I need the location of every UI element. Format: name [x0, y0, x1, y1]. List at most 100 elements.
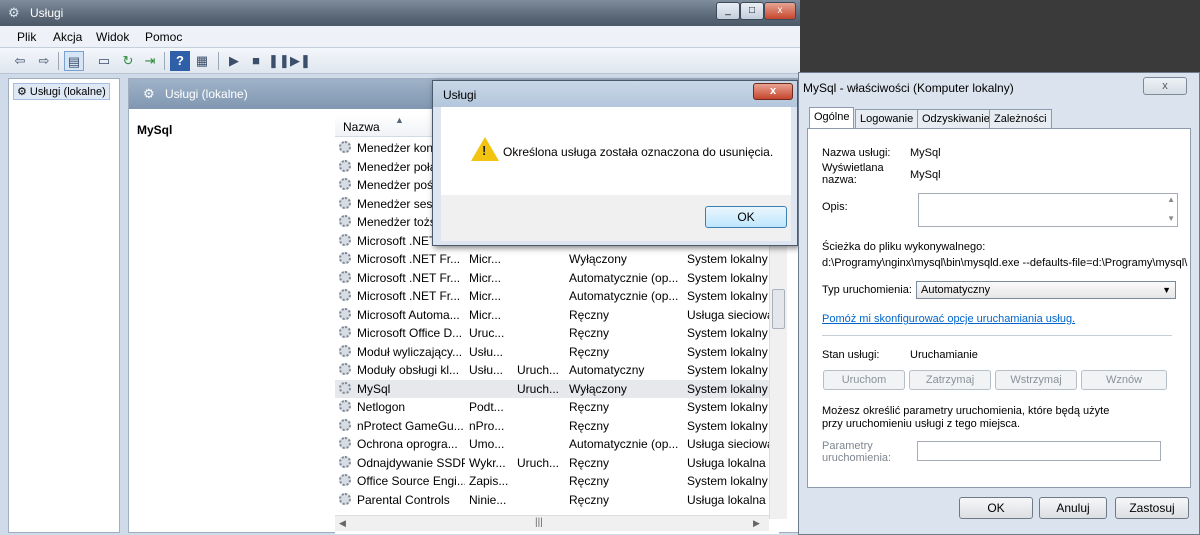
view-icon[interactable]: ▦: [192, 51, 212, 71]
tree-node-local-services[interactable]: ⚙ Usługi (lokalne): [13, 83, 110, 100]
cell-logon: System lokalny: [687, 400, 768, 414]
properties-close-button[interactable]: x: [1143, 77, 1187, 95]
description-box[interactable]: ▲ ▼: [918, 193, 1178, 227]
cell-logon: System lokalny: [687, 270, 768, 285]
minimize-button[interactable]: _: [716, 2, 740, 20]
pause-service-button[interactable]: Wstrzymaj: [995, 370, 1077, 390]
table-row[interactable]: Odnajdywanie SSDP Wykr... Uruch... Ręczny Us…: [335, 454, 775, 473]
cell-startup: Ręczny: [569, 307, 610, 322]
tab-recovery[interactable]: Odzyskiwanie: [917, 109, 995, 129]
close-button[interactable]: x: [764, 2, 796, 20]
scroll-left-icon[interactable]: ◀: [339, 518, 346, 529]
help-icon[interactable]: ?: [170, 51, 190, 71]
tab-dependencies[interactable]: Zależności: [989, 109, 1052, 129]
table-row[interactable]: Ochrona oprogra... Umo... Automatycznie (o…: [335, 435, 775, 454]
table-row[interactable]: MySql Uruch... Wyłączony System lokalny: [335, 379, 775, 398]
table-row[interactable]: Microsoft .NET Fr... Micr... Automatycznie…: [335, 287, 775, 306]
cell-desc: nPro...: [469, 418, 505, 433]
cell-desc: Usłu...: [469, 344, 504, 359]
table-row[interactable]: Microsoft .NET Fr... Micr... Automatycznie…: [335, 269, 775, 288]
warning-mark: !: [482, 143, 487, 158]
menu-plik[interactable]: Plik: [17, 30, 36, 44]
horizontal-scrollbar[interactable]: ◀ ||| ▶: [335, 515, 769, 531]
cell-name: MySql: [357, 381, 391, 396]
back-icon[interactable]: ⇦: [10, 51, 30, 71]
cell-startup: Automatyczny: [569, 363, 645, 377]
column-header-name[interactable]: Nazwa: [343, 120, 380, 134]
cancel-button[interactable]: Anuluj: [1039, 497, 1107, 519]
alert-close-button[interactable]: x: [753, 83, 793, 100]
service-gear-icon: [339, 159, 351, 172]
general-panel: Nazwa usługi: MySql Wyświetlana nazwa: M…: [807, 128, 1191, 488]
start-icon[interactable]: ▶: [224, 51, 244, 71]
tab-general[interactable]: Ogólne: [809, 107, 855, 129]
table-row[interactable]: Microsoft Office D... Uruc... Ręczny System…: [335, 324, 775, 343]
service-gear-icon: [339, 400, 351, 412]
alert-message: Określona usługa została oznaczona do us…: [503, 145, 774, 159]
service-gear-icon: [339, 289, 351, 301]
alert-title-bar: Usługi x: [433, 81, 797, 107]
export-icon[interactable]: ⇥: [140, 51, 160, 71]
service-name-label: Nazwa usługi:: [822, 147, 891, 159]
alert-ok-button[interactable]: OK: [705, 206, 787, 228]
description-label: Opis:: [822, 201, 848, 213]
show-tree-icon[interactable]: ▤: [64, 51, 84, 71]
service-gear-icon: [339, 455, 351, 468]
refresh-icon[interactable]: ↻: [118, 51, 138, 71]
params-label: Parametry uruchomienia:: [822, 440, 892, 464]
cell-desc: Usłu...: [469, 363, 504, 377]
cell-desc: Micr...: [469, 252, 501, 266]
table-row[interactable]: Microsoft Automa... Micr... Ręczny Usługa s…: [335, 306, 775, 325]
ok-button[interactable]: OK: [959, 497, 1033, 519]
properties-icon[interactable]: ▭: [94, 51, 114, 71]
forward-icon[interactable]: ⇨: [34, 51, 54, 71]
maximize-button[interactable]: □: [740, 2, 764, 20]
table-row[interactable]: nProtect GameGu... nPro... Ręczny System lo…: [335, 417, 775, 436]
cell-logon: System lokalny: [687, 326, 768, 340]
scroll-right-icon[interactable]: ▶: [753, 518, 760, 529]
table-row[interactable]: Office Source Engi... Zapis... Ręczny Syste…: [335, 472, 775, 491]
tab-logon[interactable]: Logowanie: [855, 109, 919, 129]
restart-icon[interactable]: ▶❚: [290, 51, 311, 71]
menu-pomoc[interactable]: Pomoc: [145, 30, 182, 44]
menu-akcja[interactable]: Akcja: [53, 30, 82, 44]
startup-type-select[interactable]: Automatyczny ▼: [916, 281, 1176, 299]
cell-name: Microsoft .NET Fr...: [357, 289, 461, 303]
scroll-down-icon[interactable]: ▼: [1167, 214, 1175, 223]
help-configure-link[interactable]: Pomóż mi skonfigurować opcje uruchamiani…: [822, 313, 1075, 325]
cell-logon: System lokalny: [687, 344, 768, 359]
resume-service-button[interactable]: Wznów: [1081, 370, 1167, 390]
alert-dialog: Usługi x ! Określona usługa została ozna…: [432, 80, 798, 246]
table-row[interactable]: Parental Controls Ninie... Ręczny Usługa lo…: [335, 491, 775, 510]
cell-logon: System lokalny: [687, 289, 768, 303]
dropdown-arrow-icon: ▼: [1162, 285, 1171, 295]
cell-startup: Ręczny: [569, 492, 610, 507]
stop-icon[interactable]: ■: [246, 51, 266, 71]
start-service-button[interactable]: Uruchom: [823, 370, 905, 390]
service-gear-icon: [339, 492, 351, 505]
menu-widok[interactable]: Widok: [96, 30, 129, 44]
table-row[interactable]: Microsoft .NET Fr... Micr... Wyłączony Syst…: [335, 250, 775, 269]
params-info-text: Możesz określić parametry uruchomienia, …: [822, 405, 1110, 430]
stop-service-button[interactable]: Zatrzymaj: [909, 370, 991, 390]
start-parameters-input[interactable]: [917, 441, 1161, 461]
scroll-up-icon[interactable]: ▲: [1167, 195, 1175, 204]
table-row[interactable]: Netlogon Podt... Ręczny System lokalny: [335, 398, 775, 417]
properties-dialog: MySql - właściwości (Komputer lokalny) x…: [798, 72, 1200, 535]
cell-startup: Ręczny: [569, 326, 610, 340]
scroll-thumb[interactable]: [772, 289, 785, 329]
cell-startup: Ręczny: [569, 400, 610, 414]
cell-name: Microsoft .NET Fr...: [357, 270, 461, 285]
service-gear-icon: [339, 474, 351, 486]
apply-button[interactable]: Zastosuj: [1115, 497, 1189, 519]
tree-node-label: Usługi (lokalne): [29, 86, 106, 98]
table-row[interactable]: Moduły obsługi kl... Usłu... Uruch... Autom…: [335, 361, 775, 380]
service-gear-icon: [339, 141, 351, 153]
service-status-label: Stan usługi:: [822, 349, 880, 361]
service-gear-icon: [339, 344, 351, 357]
cell-logon: Usługa lokalna: [687, 492, 766, 507]
table-row[interactable]: Moduł wyliczający... Usłu... Ręczny System …: [335, 343, 775, 362]
pause-icon[interactable]: ❚❚: [268, 51, 290, 71]
cell-status: Uruch...: [517, 381, 560, 396]
cell-desc: Umo...: [469, 437, 505, 451]
